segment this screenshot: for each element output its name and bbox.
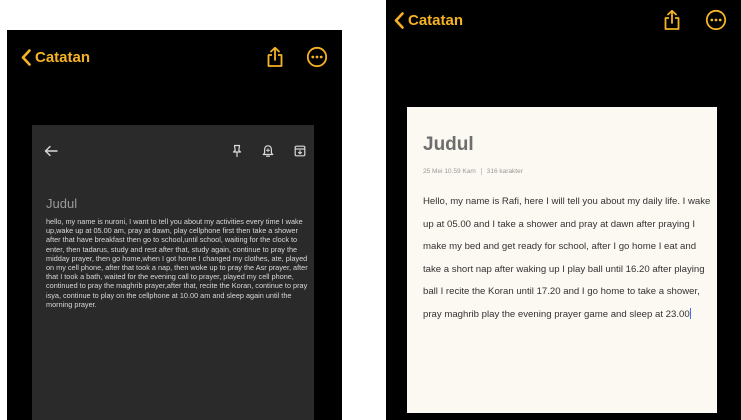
left-phone-screen: Catatan Judul hello, my name is nuroni, … [7, 30, 342, 420]
screenshot-composite: Catatan Judul hello, my name is nuroni, … [0, 0, 741, 420]
note-title-field[interactable]: Judul [46, 196, 77, 211]
editor-tool-group [232, 144, 306, 158]
text-cursor [689, 307, 691, 319]
reminder-bell-icon[interactable] [262, 144, 274, 158]
chevron-left-icon [394, 11, 404, 29]
archive-icon[interactable] [294, 145, 306, 157]
right-phone-screen: Catatan Judul 25 Mei 10.59 Kam 316 karak… [386, 0, 741, 420]
dark-note-editor: Judul hello, my name is nuroni, I want t… [32, 125, 314, 420]
note-body-field[interactable]: hello, my name is nuroni, I want to tell… [46, 217, 308, 309]
note-meta: 25 Mei 10.59 Kam 316 karakter [423, 168, 523, 175]
right-nav-actions [663, 5, 727, 35]
share-icon[interactable] [663, 9, 681, 31]
left-nav-bar: Catatan [7, 42, 342, 72]
light-note-view: Judul 25 Mei 10.59 Kam 316 karakter Hell… [407, 107, 717, 413]
editor-toolbar [44, 141, 306, 161]
left-back-button[interactable]: Catatan [21, 49, 90, 66]
note-date: 25 Mei 10.59 Kam [423, 168, 476, 175]
more-options-icon[interactable] [306, 46, 328, 68]
right-back-button[interactable]: Catatan [394, 12, 463, 29]
back-arrow-icon[interactable] [44, 145, 58, 157]
pin-icon[interactable] [232, 144, 242, 158]
share-icon[interactable] [266, 46, 284, 68]
right-nav-bar: Catatan [386, 5, 741, 35]
left-back-label: Catatan [35, 48, 91, 66]
chevron-left-icon [21, 48, 31, 66]
right-back-label: Catatan [408, 11, 464, 29]
note-char-count: 316 karakter [486, 168, 523, 175]
meta-divider [480, 168, 482, 175]
more-options-icon[interactable] [705, 9, 727, 31]
note-title[interactable]: Judul [423, 134, 474, 156]
note-body[interactable]: Hello, my name is Rafi, here I will tell… [423, 191, 713, 327]
left-nav-actions [266, 42, 328, 72]
note-body-text: Hello, my name is Rafi, here I will tell… [423, 196, 711, 320]
